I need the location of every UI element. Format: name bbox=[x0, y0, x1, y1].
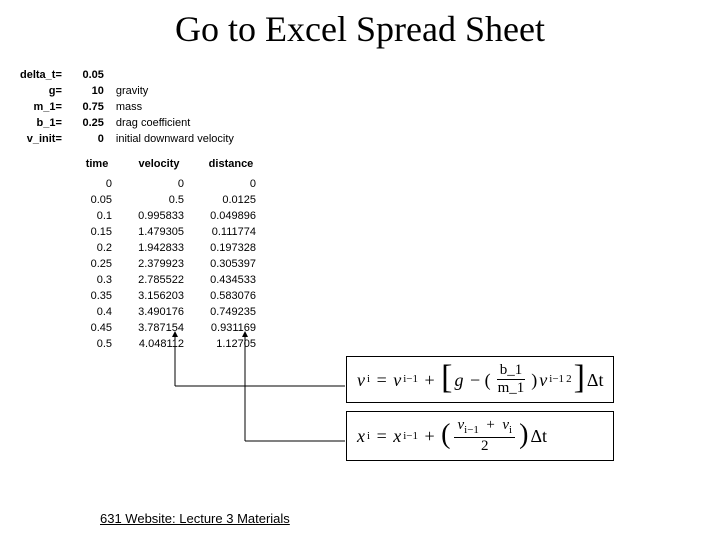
cell: 0.25 bbox=[72, 257, 122, 271]
fraction: vi−1 + vi 2 bbox=[454, 418, 515, 454]
cell: 0 bbox=[196, 177, 266, 191]
cell: 2.379923 bbox=[124, 257, 194, 271]
sub: i bbox=[367, 431, 370, 442]
distance-formula: xi = xi−1 + ( vi−1 + vi 2 ) Δt bbox=[346, 411, 614, 461]
bracket-close-icon: ] bbox=[574, 378, 585, 382]
param-value: 0.25 bbox=[68, 116, 108, 130]
cell: 0.05 bbox=[72, 193, 122, 207]
cell: 0.15 bbox=[72, 225, 122, 239]
data-table: time velocity distance 000 0.050.50.0125… bbox=[70, 155, 268, 353]
param-value: 0.75 bbox=[68, 100, 108, 114]
var: v bbox=[357, 371, 365, 389]
cell: 3.490176 bbox=[124, 305, 194, 319]
cell: 0.5 bbox=[72, 337, 122, 351]
param-value: 10 bbox=[68, 84, 108, 98]
dt: Δt bbox=[587, 371, 604, 389]
cell: 0.1 bbox=[72, 209, 122, 223]
page-title: Go to Excel Spread Sheet bbox=[0, 8, 720, 50]
cell: 0.4 bbox=[72, 305, 122, 319]
fraction: b_1 m_1 bbox=[495, 363, 528, 396]
param-label: m_1= bbox=[16, 100, 66, 114]
plus: + bbox=[420, 427, 439, 445]
cell: 0.5 bbox=[124, 193, 194, 207]
eq: = bbox=[372, 427, 391, 445]
col-distance: distance bbox=[196, 157, 266, 175]
cell: 0 bbox=[124, 177, 194, 191]
denominator: m_1 bbox=[495, 380, 528, 396]
cell: 0.305397 bbox=[196, 257, 266, 271]
sub: i bbox=[367, 374, 370, 385]
sub: i−1 bbox=[403, 374, 418, 385]
sub: i−1 bbox=[464, 424, 479, 436]
param-desc: mass bbox=[110, 100, 238, 114]
var: x bbox=[357, 427, 365, 445]
velocity-formula: vi = vi−1 + [ g − ( b_1 m_1 ) vi−12 ] Δt bbox=[346, 356, 614, 403]
cell: 2.785522 bbox=[124, 273, 194, 287]
minus: − ( bbox=[465, 371, 490, 389]
param-value: 0.05 bbox=[68, 68, 108, 82]
plus: + bbox=[483, 417, 499, 433]
materials-link[interactable]: 631 Website: Lecture 3 Materials bbox=[100, 511, 290, 526]
eq: = bbox=[372, 371, 391, 389]
numerator: vi−1 + vi bbox=[454, 418, 515, 438]
paren-close-icon: ) bbox=[519, 435, 528, 437]
paren-close: ) bbox=[531, 371, 537, 389]
sub: i−1 bbox=[549, 374, 564, 385]
param-label: v_init= bbox=[16, 132, 66, 146]
sub: i−1 bbox=[403, 431, 418, 442]
paren-open-icon: ( bbox=[441, 435, 450, 437]
arrow-diagram bbox=[160, 326, 360, 476]
formula-block: vi = vi−1 + [ g − ( b_1 m_1 ) vi−12 ] Δt… bbox=[346, 356, 614, 469]
cell: 0.583076 bbox=[196, 289, 266, 303]
cell: 0.3 bbox=[72, 273, 122, 287]
cell: 0.995833 bbox=[124, 209, 194, 223]
plus: + bbox=[420, 371, 439, 389]
cell: 1.942833 bbox=[124, 241, 194, 255]
cell: 1.479305 bbox=[124, 225, 194, 239]
cell: 0.35 bbox=[72, 289, 122, 303]
sup: 2 bbox=[566, 374, 572, 385]
col-velocity: velocity bbox=[124, 157, 194, 175]
cell: 3.156203 bbox=[124, 289, 194, 303]
bracket-open-icon: [ bbox=[441, 378, 452, 382]
cell: 0.749235 bbox=[196, 305, 266, 319]
col-time: time bbox=[72, 157, 122, 175]
param-desc: gravity bbox=[110, 84, 238, 98]
cell: 0.197328 bbox=[196, 241, 266, 255]
param-value: 0 bbox=[68, 132, 108, 146]
cell: 0.049896 bbox=[196, 209, 266, 223]
param-desc: initial downward velocity bbox=[110, 132, 238, 146]
var: v bbox=[393, 371, 401, 389]
cell: 0.2 bbox=[72, 241, 122, 255]
cell: 0.434533 bbox=[196, 273, 266, 287]
sub: i bbox=[509, 424, 512, 436]
var: g bbox=[454, 371, 463, 389]
param-label: delta_t= bbox=[16, 68, 66, 82]
cell: 0 bbox=[72, 177, 122, 191]
param-desc bbox=[110, 68, 238, 82]
param-label: g= bbox=[16, 84, 66, 98]
denominator: 2 bbox=[478, 438, 492, 454]
cell: 0.45 bbox=[72, 321, 122, 335]
dt: Δt bbox=[530, 427, 547, 445]
cell: 0.111774 bbox=[196, 225, 266, 239]
cell: 0.0125 bbox=[196, 193, 266, 207]
var: v bbox=[539, 371, 547, 389]
param-desc: drag coefficient bbox=[110, 116, 238, 130]
parameter-table: delta_t=0.05 g=10gravity m_1=0.75mass b_… bbox=[14, 66, 240, 148]
numerator: b_1 bbox=[497, 363, 526, 380]
var: x bbox=[393, 427, 401, 445]
param-label: b_1= bbox=[16, 116, 66, 130]
